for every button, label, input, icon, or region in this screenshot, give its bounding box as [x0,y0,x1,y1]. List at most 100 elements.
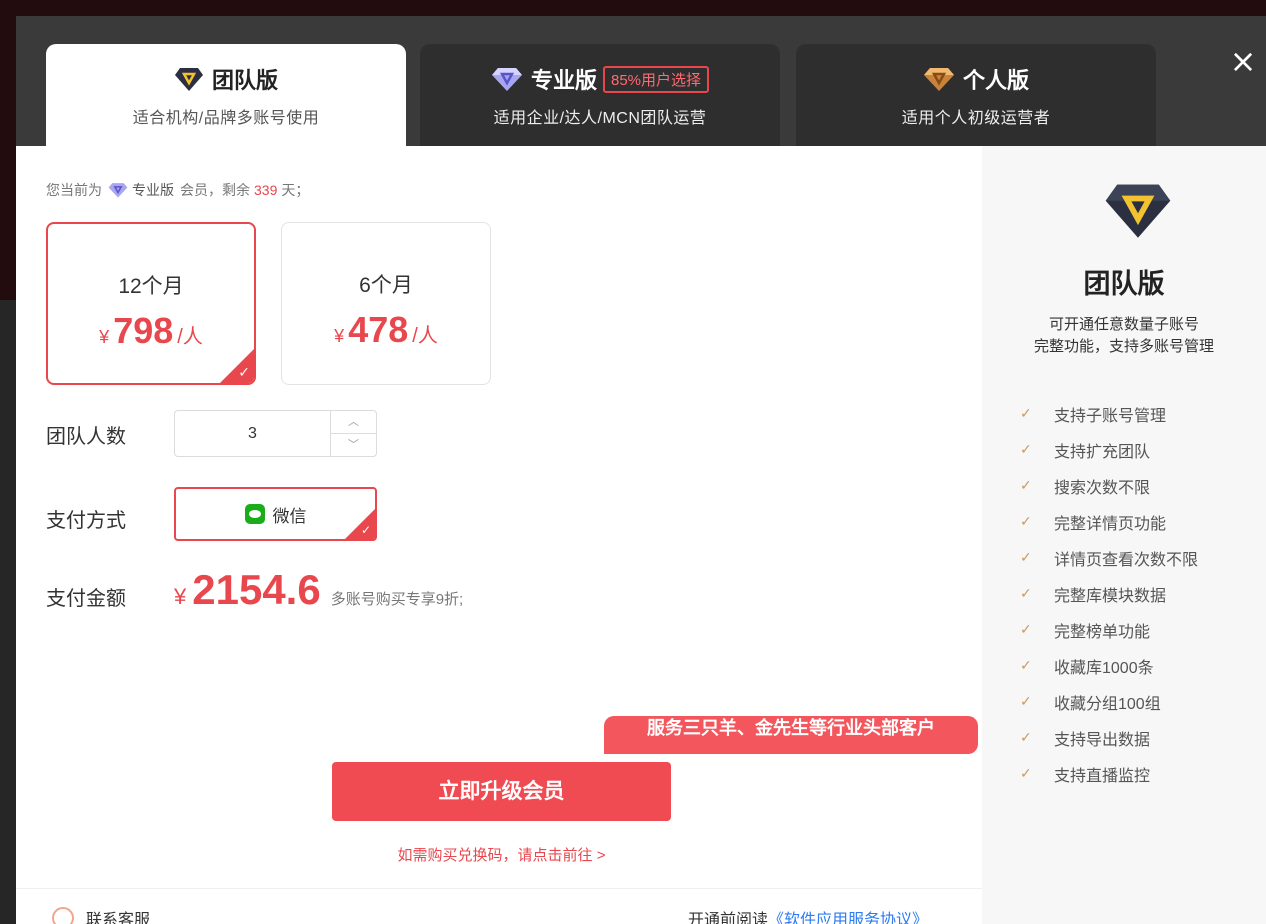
check-icon: ✓ [1020,622,1032,638]
wechat-pay-option[interactable]: 微信 ✓ [174,487,377,541]
check-icon: ✓ [1020,442,1032,458]
currency-symbol: ¥ [174,584,187,609]
stepper-buttons: ︿ ﹀ [330,411,376,456]
check-icon: ✓ [1020,694,1032,710]
team-size-stepper: 3 ︿ ﹀ [174,410,377,457]
check-icon: ✓ [1020,766,1032,782]
price-amount: 798 [113,310,174,351]
dark-diamond-icon [174,68,203,91]
plan-card-6-months[interactable]: 6个月 ¥478/人 [281,222,491,385]
decrement-icon[interactable]: ﹀ [331,433,376,456]
currency-symbol: ¥ [99,327,110,347]
check-icon: ✓ [1020,478,1032,494]
feature-list: ✓ 支持子账号管理 ✓ 支持扩充团队 ✓ 搜索次数不限 ✓ 完整详情页功能 ✓ 详情页查看… [1020,396,1198,792]
feature-item: ✓ 支持直播监控 [1020,756,1198,792]
tab-personal[interactable]: 个人版 适用个人初级运营者 [796,44,1156,146]
plan-benefits-panel: 团队版 可开通任意数量子账号 完整功能，支持多账号管理 ✓ 支持子账号管理 ✓ 支持… [982,146,1266,924]
benefits-title: 团队版 [1083,269,1165,299]
check-icon: ✓ [1020,586,1032,602]
purple-diamond-icon [491,68,522,91]
plan-period: 6个月 [359,274,413,297]
upgrade-modal: 团队版 适合机构/品牌多账号使用 专业版 85%用户选择 适用企业/达人/MCN… [16,16,1266,924]
popular-badge: 85%用户选择 [602,65,710,93]
total-value: 2154.6 [192,566,321,613]
check-icon: ✓ [1020,658,1032,674]
agreement-prefix: 开通前阅读 [688,912,769,924]
feature-label: 收藏分组100组 [1054,696,1161,713]
team-size-input[interactable]: 3 [175,411,330,456]
tab-subtitle: 适合机构/品牌多账号使用 [132,110,320,127]
benefits-description: 可开通任意数量子账号 完整功能，支持多账号管理 [982,314,1266,358]
upgrade-button[interactable]: 立即升级会员 [332,762,671,821]
check-icon: ✓ [1020,730,1032,746]
tab-pro[interactable]: 专业版 85%用户选择 适用企业/达人/MCN团队运营 [420,44,780,146]
feature-item: ✓ 收藏库1000条 [1020,648,1198,684]
feature-label: 支持扩充团队 [1054,444,1151,461]
tab-subtitle: 适用个人初级运营者 [901,110,1051,127]
plan-price: ¥478/人 [282,309,490,351]
plan-card-12-months[interactable]: 12个月 ¥798/人 ✓ [46,222,256,385]
backdrop [0,0,1266,16]
remaining-days: 339 [254,182,278,198]
feature-label: 详情页查看次数不限 [1054,552,1199,569]
promo-banner: 服务三只羊、金先生等行业头部客户 [604,716,978,754]
feature-item: ✓ 详情页查看次数不限 [1020,540,1198,576]
dark-diamond-icon [1105,184,1171,238]
gold-diamond-icon [923,68,954,91]
tab-subtitle: 适用企业/达人/MCN团队运营 [493,110,707,127]
payment-method-name: 微信 [272,506,307,526]
status-suffix: 天； [281,182,310,198]
membership-status: 您当前为 专业版 会员，剩余 339 天； [46,180,309,200]
tab-title: 个人版 [962,68,1029,93]
status-prefix: 您当前为 [46,182,102,198]
total-label: 支付金额 [46,588,126,610]
feature-item: ✓ 支持子账号管理 [1020,396,1198,432]
feature-item: ✓ 完整详情页功能 [1020,504,1198,540]
increment-icon[interactable]: ︿ [331,411,376,433]
feature-label: 收藏库1000条 [1054,660,1154,677]
description-line: 完整功能，支持多账号管理 [1033,338,1214,355]
price-amount: 478 [348,309,409,350]
feature-label: 完整库模块数据 [1054,588,1167,605]
check-icon: ✓ [238,365,250,381]
feature-item: ✓ 搜索次数不限 [1020,468,1198,504]
currency-symbol: ¥ [334,326,345,346]
price-unit: /人 [412,325,438,347]
agreement-notice: 开通前阅读《软件应用服务协议》 [688,906,928,924]
tab-title: 专业版 [530,68,597,93]
price-unit: /人 [177,326,203,348]
status-mid: 会员，剩余 [180,182,250,198]
wechat-icon [244,504,265,524]
redeem-code-link[interactable]: 如需购买兑换码，请点击前往 > [332,844,671,865]
team-size-label: 团队人数 [46,426,126,448]
feature-item: ✓ 支持导出数据 [1020,720,1198,756]
feature-item: ✓ 完整榜单功能 [1020,612,1198,648]
tab-title: 团队版 [211,68,278,93]
vip-name: 专业版 [132,182,174,198]
total-amount: ¥ 2154.6 多账号购买专享9折; [174,566,463,614]
modal-content: 您当前为 专业版 会员，剩余 339 天； 12个月 ¥798/人 ✓ 6个月 … [16,146,1266,924]
check-icon: ✓ [1020,514,1032,530]
divider [16,888,982,889]
check-icon: ✓ [360,523,371,537]
feature-item: ✓ 收藏分组100组 [1020,684,1198,720]
purple-diamond-icon [108,183,128,198]
feature-label: 支持子账号管理 [1054,408,1167,425]
backdrop-left [0,0,16,924]
tab-team[interactable]: 团队版 适合机构/品牌多账号使用 [46,44,406,148]
plan-price: ¥798/人 [48,310,254,352]
discount-note: 多账号购买专享9折; [330,591,464,608]
description-line: 可开通任意数量子账号 [1048,316,1199,333]
feature-item: ✓ 完整库模块数据 [1020,576,1198,612]
plan-period: 12个月 [118,275,184,298]
feature-label: 支持直播监控 [1054,768,1151,785]
agreement-link[interactable]: 《软件应用服务协议》 [768,912,928,924]
feature-label: 完整详情页功能 [1054,516,1167,533]
payment-method-label: 支付方式 [46,510,126,532]
check-icon: ✓ [1020,550,1032,566]
contact-support[interactable]: 联系客服 [52,906,150,924]
check-icon: ✓ [1020,406,1032,422]
feature-label: 搜索次数不限 [1054,480,1151,497]
close-icon[interactable]: × [1228,45,1258,77]
feature-label: 支持导出数据 [1054,732,1151,749]
